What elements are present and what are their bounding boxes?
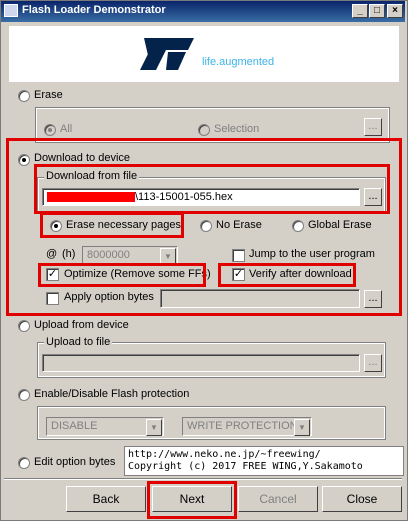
cancel-button[interactable]: Cancel [238, 486, 318, 512]
erase-necessary-highlight [40, 212, 184, 238]
copyright-url: http://www.neko.ne.jp/~freewing/ [128, 449, 321, 460]
chevron-down-icon: ▼ [294, 419, 310, 436]
edit-option-bytes-radio[interactable] [18, 457, 30, 469]
upload-file-group-label: Upload to file [44, 336, 113, 348]
erase-selection-radio[interactable] [198, 124, 210, 136]
next-button-highlight [147, 481, 237, 519]
protection-type-combo[interactable]: WRITE PROTECTION ▼ [182, 417, 312, 436]
erase-radio[interactable] [18, 90, 30, 102]
chevron-down-icon: ▼ [146, 419, 162, 436]
maximize-icon[interactable]: □ [369, 4, 385, 18]
footer-divider [4, 478, 402, 480]
edit-option-bytes-label: Edit option bytes [34, 456, 116, 468]
erase-label: Erase [34, 89, 63, 101]
close-button[interactable]: Close [322, 486, 402, 512]
upload-file-browse-button[interactable]: ... [364, 354, 382, 372]
st-logo-icon [140, 38, 194, 70]
window-title: Flash Loader Demonstrator [22, 4, 166, 16]
verify-highlight [218, 263, 356, 287]
minimize-icon[interactable]: _ [352, 4, 368, 18]
protection-label: Enable/Disable Flash protection [34, 388, 190, 400]
optimize-highlight [38, 263, 206, 287]
logo-tagline: life.augmented [202, 56, 275, 68]
erase-selection-browse-button[interactable]: ... [364, 118, 382, 136]
protection-radio[interactable] [18, 389, 30, 401]
upload-file-input[interactable] [42, 354, 360, 372]
erase-selection-label: Selection [214, 123, 260, 135]
upload-radio[interactable] [18, 320, 30, 332]
copyright-notice: http://www.neko.ne.jp/~freewing/Copyrigh… [124, 446, 404, 476]
back-button[interactable]: Back [66, 486, 146, 512]
protection-state-combo[interactable]: DISABLE ▼ [46, 417, 164, 436]
erase-all-label: All [60, 123, 73, 135]
close-icon[interactable]: × [387, 4, 403, 18]
upload-label: Upload from device [34, 319, 129, 331]
erase-group [35, 107, 390, 143]
app-icon [4, 4, 18, 17]
erase-all-radio[interactable] [44, 124, 56, 136]
download-file-highlight [34, 164, 390, 214]
protection-type-value: WRITE PROTECTION [187, 420, 298, 432]
copyright-text: Copyright (c) 2017 FREE WING,Y.Sakamoto [128, 461, 363, 472]
protection-state-value: DISABLE [51, 420, 98, 432]
logo-banner [9, 26, 399, 82]
